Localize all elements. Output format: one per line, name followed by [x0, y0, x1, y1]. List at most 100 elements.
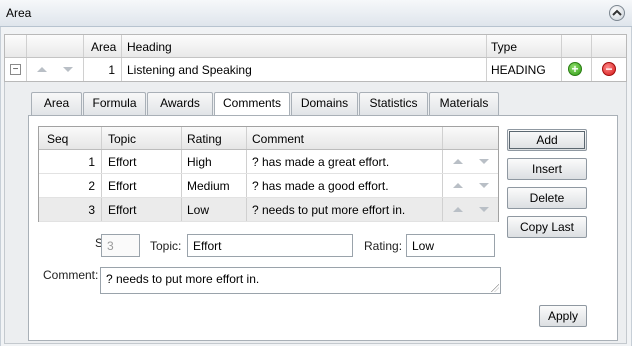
column-divider — [121, 35, 122, 57]
tab-label: Area — [43, 96, 70, 110]
column-divider — [246, 150, 247, 173]
column-divider — [442, 127, 443, 149]
column-divider — [121, 58, 122, 81]
column-divider — [26, 35, 27, 57]
column-divider — [442, 198, 443, 221]
column-header-heading[interactable]: Heading — [127, 40, 172, 54]
comment-text: ? needs to put more effort in. — [106, 272, 260, 286]
comment-label: Comment: — [43, 268, 99, 282]
table-row[interactable]: − 1 Listening and Speaking HEADING + − — [5, 58, 626, 81]
column-divider — [181, 127, 182, 149]
remove-circle-icon[interactable]: − — [602, 62, 616, 76]
column-divider — [561, 35, 562, 57]
table-row[interactable]: 3 Effort Low ? needs to put more effort … — [39, 198, 498, 222]
column-divider — [591, 35, 592, 57]
topic-cell: Effort — [108, 179, 137, 193]
seq-cell: 2 — [88, 179, 95, 193]
apply-button[interactable]: Apply — [539, 305, 587, 327]
column-header-type[interactable]: Type — [491, 40, 517, 54]
resize-handle-icon[interactable] — [491, 284, 499, 292]
seq-cell: 1 — [88, 155, 95, 169]
rating-label: Rating: — [364, 239, 403, 253]
column-divider — [561, 58, 562, 81]
comment-cell: ? has made a good effort. — [252, 179, 389, 193]
column-divider — [442, 150, 443, 173]
topic-field[interactable]: Effort — [187, 234, 353, 257]
add-button[interactable]: Add — [507, 129, 587, 151]
arrow-up-icon[interactable] — [453, 207, 463, 212]
comment-cell: ? has made a great effort. — [252, 155, 390, 169]
arrow-down-icon[interactable] — [479, 159, 489, 164]
tab-domains[interactable]: Domains — [291, 92, 358, 115]
insert-button[interactable]: Insert — [507, 158, 587, 180]
rating-cell: High — [187, 155, 212, 169]
column-header-rating[interactable]: Rating — [187, 132, 222, 146]
arrow-up-icon[interactable] — [37, 67, 47, 72]
rating-field[interactable]: Low — [406, 234, 495, 257]
tab-label: Domains — [300, 96, 349, 110]
rating-cell: Medium — [187, 179, 230, 193]
tab-label: Comments — [222, 96, 281, 110]
area-table: Area Heading Type − 1 Listening and Spea… — [4, 34, 627, 82]
delete-button[interactable]: Delete — [507, 187, 587, 209]
area-type: HEADING — [491, 63, 546, 77]
column-header-topic[interactable]: Topic — [108, 132, 136, 146]
tab-comments[interactable]: Comments — [214, 92, 290, 116]
collapse-icon[interactable] — [609, 5, 625, 21]
arrow-up-icon[interactable] — [453, 183, 463, 188]
comments-grid: Seq Topic Rating Comment 1 Effort High ?… — [38, 126, 499, 222]
area-table-header: Area Heading Type — [5, 35, 626, 58]
comment-cell: ? needs to put more effort in. — [252, 203, 406, 217]
column-divider — [101, 150, 102, 173]
tab-awards[interactable]: Awards — [147, 92, 213, 115]
arrow-down-icon[interactable] — [63, 67, 73, 72]
column-divider — [442, 174, 443, 197]
column-divider — [486, 35, 487, 57]
area-number: 1 — [108, 63, 115, 77]
column-divider — [101, 127, 102, 149]
seq-field: 3 — [101, 234, 140, 257]
rating-cell: Low — [187, 203, 210, 217]
arrow-down-icon[interactable] — [479, 207, 489, 212]
seq-cell: 3 — [88, 203, 95, 217]
panel-header: Area — [0, 0, 632, 27]
tab-label: Materials — [439, 96, 489, 110]
column-header-comment[interactable]: Comment — [252, 132, 304, 146]
column-divider — [181, 174, 182, 197]
column-divider — [246, 174, 247, 197]
table-row[interactable]: 2 Effort Medium ? has made a good effort… — [39, 174, 498, 198]
area-heading: Listening and Speaking — [127, 63, 252, 77]
column-divider — [486, 58, 487, 81]
add-circle-icon[interactable]: + — [568, 62, 582, 76]
table-row[interactable]: 1 Effort High ? has made a great effort. — [39, 150, 498, 174]
tab-statistics[interactable]: Statistics — [359, 92, 428, 115]
column-divider — [246, 198, 247, 221]
column-divider — [591, 58, 592, 81]
column-header-seq[interactable]: Seq — [47, 132, 68, 146]
tab-label: Formula — [92, 96, 137, 110]
tab-formula[interactable]: Formula — [83, 92, 146, 115]
topic-cell: Effort — [108, 203, 137, 217]
minus-box-icon[interactable]: − — [10, 64, 21, 75]
comment-textarea[interactable]: ? needs to put more effort in. — [100, 267, 501, 294]
column-divider — [181, 150, 182, 173]
topic-cell: Effort — [108, 155, 137, 169]
column-header-area[interactable]: Area — [91, 40, 116, 54]
column-divider — [101, 174, 102, 197]
comments-grid-header: Seq Topic Rating Comment — [39, 127, 498, 150]
copy-last-button[interactable]: Copy Last — [507, 216, 587, 238]
column-divider — [83, 35, 84, 57]
column-divider — [181, 198, 182, 221]
tab-materials[interactable]: Materials — [429, 92, 499, 115]
arrow-up-icon[interactable] — [453, 159, 463, 164]
column-divider — [26, 58, 27, 81]
tab-label: Awards — [160, 96, 200, 110]
tab-area[interactable]: Area — [31, 92, 82, 115]
topic-label: Topic: — [150, 239, 182, 253]
arrow-down-icon[interactable] — [479, 183, 489, 188]
column-divider — [101, 198, 102, 221]
tab-label: Statistics — [369, 96, 418, 110]
panel-title: Area — [6, 6, 32, 20]
column-divider — [83, 58, 84, 81]
column-divider — [246, 127, 247, 149]
